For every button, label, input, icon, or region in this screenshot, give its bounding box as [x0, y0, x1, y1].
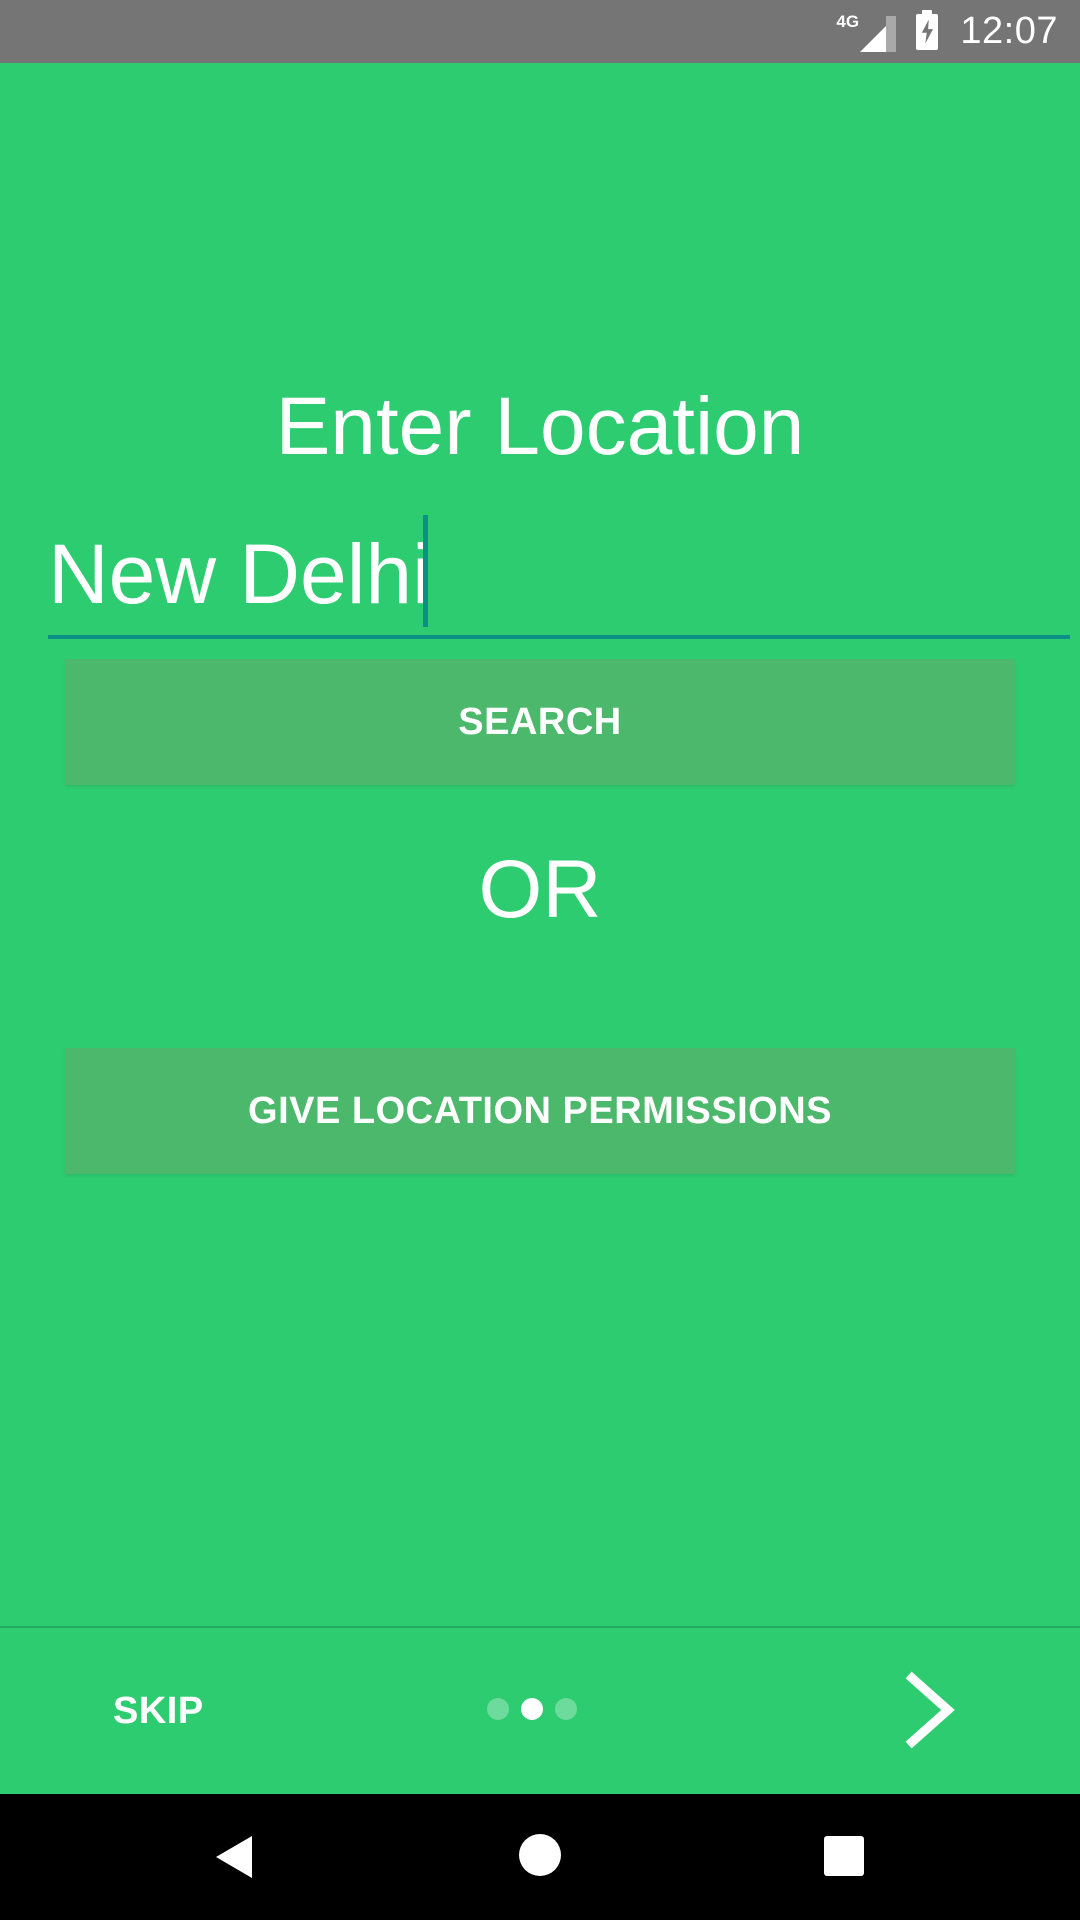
charging-bolt-icon	[921, 19, 934, 44]
input-underline	[48, 635, 1070, 639]
status-bar: 4G 12:07	[0, 0, 1080, 63]
system-nav-bar	[0, 1794, 1080, 1920]
page-indicator	[487, 1698, 577, 1720]
signal-dim-bar	[886, 15, 897, 52]
location-field[interactable]	[48, 515, 1070, 640]
onboarding-footer: SKIP	[0, 1628, 1080, 1794]
page-dot-1	[487, 1698, 509, 1720]
recent-apps-icon[interactable]	[824, 1836, 864, 1876]
next-button[interactable]	[900, 1670, 960, 1750]
back-icon[interactable]	[214, 1834, 254, 1880]
location-input[interactable]	[48, 515, 1070, 633]
network-indicator: 4G	[836, 11, 897, 52]
give-location-permissions-button[interactable]: GIVE LOCATION PERMISSIONS	[65, 1048, 1015, 1174]
home-icon[interactable]	[519, 1834, 561, 1876]
search-button[interactable]: SEARCH	[65, 659, 1015, 785]
text-cursor	[423, 515, 428, 627]
page-dot-3	[555, 1698, 577, 1720]
skip-button[interactable]: SKIP	[113, 1690, 204, 1733]
page-dot-2-active	[521, 1698, 543, 1720]
page-title: Enter Location	[275, 381, 805, 472]
network-type-label: 4G	[836, 11, 860, 31]
battery-charging-icon	[916, 9, 939, 50]
chevron-right-icon	[905, 1671, 955, 1749]
status-time: 12:07	[960, 10, 1058, 52]
or-separator: OR	[478, 844, 602, 935]
